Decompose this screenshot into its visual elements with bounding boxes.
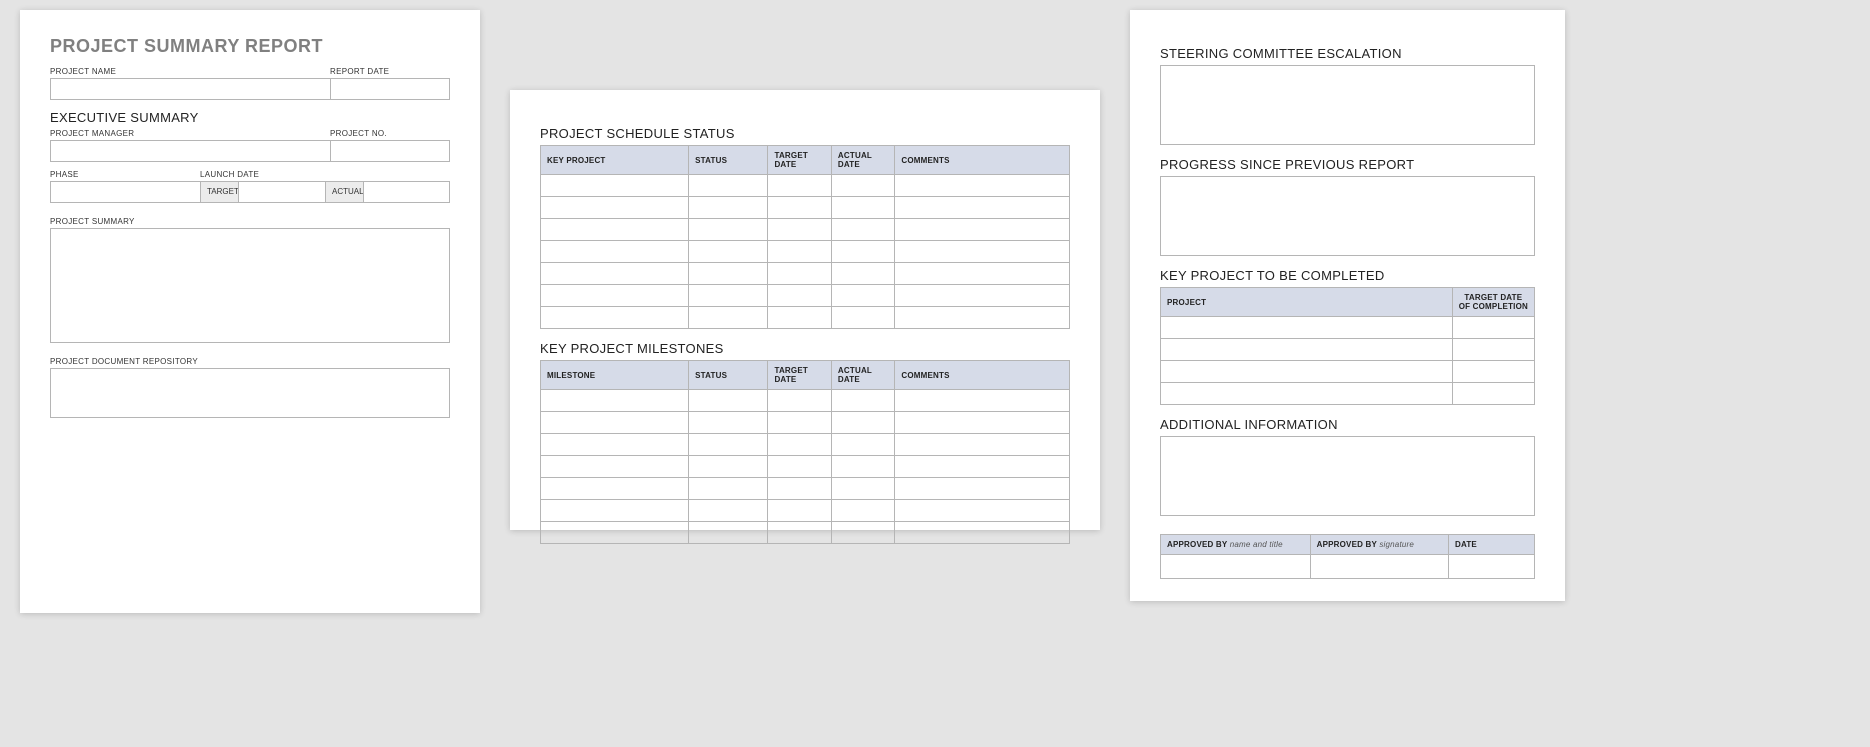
table-row[interactable] [541, 434, 1070, 456]
label-actual: ACTUAL [325, 181, 363, 203]
table-row[interactable] [541, 412, 1070, 434]
table-approval: APPROVED BY name and title APPROVED BY s… [1160, 534, 1535, 579]
label-project-summary: PROJECT SUMMARY [50, 217, 450, 226]
th-target-completion: TARGET DATE OF COMPLETION [1452, 288, 1534, 317]
heading-steering: STEERING COMMITTEE ESCALATION [1160, 46, 1535, 61]
th-target-date-2: TARGET DATE [768, 361, 831, 390]
label-project-no: PROJECT NO. [330, 129, 450, 138]
label-repo: PROJECT DOCUMENT REPOSITORY [50, 357, 450, 366]
input-launch-actual[interactable] [363, 181, 450, 203]
input-additional-info[interactable] [1160, 436, 1535, 516]
table-row[interactable] [541, 500, 1070, 522]
input-project-manager[interactable] [50, 140, 330, 162]
heading-additional-info: ADDITIONAL INFORMATION [1160, 417, 1535, 432]
th-comments: COMMENTS [895, 146, 1070, 175]
th-status-2: STATUS [689, 361, 768, 390]
table-row[interactable] [541, 175, 1070, 197]
table-row[interactable] [541, 263, 1070, 285]
input-report-date[interactable] [330, 78, 450, 100]
input-project-no[interactable] [330, 140, 450, 162]
label-launch-date: LAUNCH DATE [200, 170, 450, 179]
input-progress[interactable] [1160, 176, 1535, 256]
page-2: PROJECT SCHEDULE STATUS KEY PROJECT STAT… [510, 90, 1100, 530]
label-report-date: REPORT DATE [330, 67, 450, 76]
th-approved-by-sig: APPROVED BY signature [1310, 535, 1448, 555]
page-3: STEERING COMMITTEE ESCALATION PROGRESS S… [1130, 10, 1565, 601]
table-row[interactable] [541, 307, 1070, 329]
table-milestones: MILESTONE STATUS TARGET DATE ACTUAL DATE… [540, 360, 1070, 544]
input-steering[interactable] [1160, 65, 1535, 145]
th-key-project: KEY PROJECT [541, 146, 689, 175]
th-date: DATE [1448, 535, 1534, 555]
label-phase: PHASE [50, 170, 200, 179]
table-row[interactable] [1161, 339, 1535, 361]
heading-progress: PROGRESS SINCE PREVIOUS REPORT [1160, 157, 1535, 172]
table-row[interactable] [541, 478, 1070, 500]
table-row[interactable] [541, 456, 1070, 478]
table-row[interactable] [541, 219, 1070, 241]
table-row[interactable] [1161, 555, 1535, 579]
table-row[interactable] [541, 197, 1070, 219]
page-1: PROJECT SUMMARY REPORT PROJECT NAME REPO… [20, 10, 480, 613]
th-actual-date: ACTUAL DATE [831, 146, 894, 175]
th-status: STATUS [689, 146, 768, 175]
table-row[interactable] [541, 390, 1070, 412]
th-actual-date-2: ACTUAL DATE [831, 361, 894, 390]
th-project: PROJECT [1161, 288, 1453, 317]
table-row[interactable] [1161, 383, 1535, 405]
table-row[interactable] [541, 285, 1070, 307]
heading-milestones: KEY PROJECT MILESTONES [540, 341, 1070, 356]
table-row[interactable] [541, 241, 1070, 263]
th-approved-by-name: APPROVED BY name and title [1161, 535, 1311, 555]
heading-executive-summary: EXECUTIVE SUMMARY [50, 110, 450, 125]
heading-key-project-completed: KEY PROJECT TO BE COMPLETED [1160, 268, 1535, 283]
input-repo[interactable] [50, 368, 450, 418]
input-project-summary[interactable] [50, 228, 450, 343]
report-title: PROJECT SUMMARY REPORT [50, 36, 450, 57]
label-project-name: PROJECT NAME [50, 67, 330, 76]
input-launch-target[interactable] [238, 181, 325, 203]
th-target-date: TARGET DATE [768, 146, 831, 175]
th-milestone: MILESTONE [541, 361, 689, 390]
table-row[interactable] [541, 522, 1070, 544]
table-row[interactable] [1161, 317, 1535, 339]
input-project-name[interactable] [50, 78, 330, 100]
label-target: TARGET [200, 181, 238, 203]
table-row[interactable] [1161, 361, 1535, 383]
input-phase[interactable] [50, 181, 200, 203]
table-key-project-completed: PROJECT TARGET DATE OF COMPLETION [1160, 287, 1535, 405]
label-project-manager: PROJECT MANAGER [50, 129, 330, 138]
table-schedule-status: KEY PROJECT STATUS TARGET DATE ACTUAL DA… [540, 145, 1070, 329]
heading-schedule-status: PROJECT SCHEDULE STATUS [540, 126, 1070, 141]
th-comments-2: COMMENTS [895, 361, 1070, 390]
